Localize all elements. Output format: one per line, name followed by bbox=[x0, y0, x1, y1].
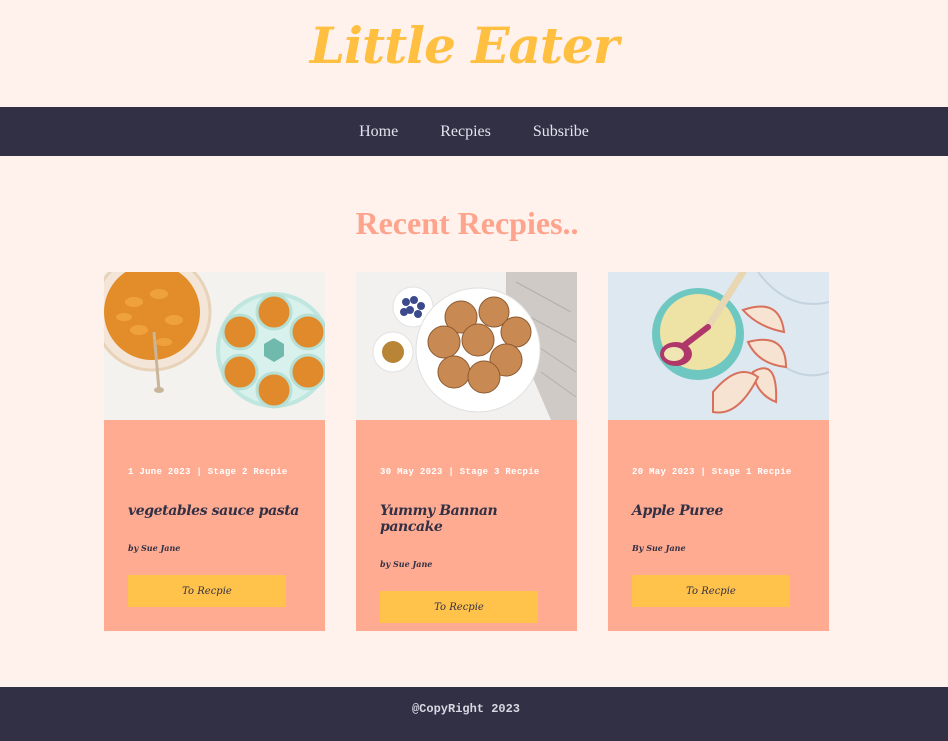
recipe-author: By Sue Jane bbox=[632, 543, 686, 553]
to-recipe-button[interactable]: To Recpie bbox=[380, 591, 538, 623]
recipe-title[interactable]: vegetables sauce pasta bbox=[128, 503, 301, 519]
recipe-meta: 20 May 2023 | Stage 1 Recpie bbox=[632, 467, 792, 477]
recipe-image-apple-puree[interactable] bbox=[608, 272, 829, 420]
nav-recipes-link[interactable]: Recpies bbox=[440, 123, 491, 141]
recipe-image-pancake[interactable] bbox=[356, 272, 577, 420]
recipe-card: 30 May 2023 | Stage 3 Recpie Yummy Banna… bbox=[356, 272, 577, 631]
recipe-card: 1 June 2023 | Stage 2 Recpie vegetables … bbox=[104, 272, 325, 631]
nav-home-link[interactable]: Home bbox=[359, 123, 398, 141]
recipe-card-body: 30 May 2023 | Stage 3 Recpie Yummy Banna… bbox=[356, 420, 577, 623]
site-footer: @CopyRight 2023 bbox=[0, 687, 948, 741]
recipe-card-body: 1 June 2023 | Stage 2 Recpie vegetables … bbox=[104, 420, 325, 607]
recipe-meta: 30 May 2023 | Stage 3 Recpie bbox=[380, 467, 540, 477]
recipe-author: by Sue Jane bbox=[380, 559, 433, 569]
recipe-title[interactable]: Apple Puree bbox=[632, 503, 805, 519]
site-logo[interactable]: Little Eater bbox=[310, 16, 619, 75]
recipe-meta: 1 June 2023 | Stage 2 Recpie bbox=[128, 467, 288, 477]
nav-subscribe-link[interactable]: Subsribe bbox=[533, 123, 589, 141]
section-title: Recent Recpies.. bbox=[355, 205, 579, 241]
recipe-image-pasta[interactable] bbox=[104, 272, 325, 420]
recipe-author: by Sue Jane bbox=[128, 543, 181, 553]
main-nav: Home Recpies Subsribe bbox=[0, 107, 948, 156]
recipe-card: 20 May 2023 | Stage 1 Recpie Apple Puree… bbox=[608, 272, 829, 631]
copyright-text: @CopyRight 2023 bbox=[411, 702, 521, 716]
to-recipe-button[interactable]: To Recpie bbox=[632, 575, 790, 607]
site-header: Little Eater bbox=[0, 0, 948, 107]
recipe-cards: 1 June 2023 | Stage 2 Recpie vegetables … bbox=[104, 272, 829, 631]
recipe-card-body: 20 May 2023 | Stage 1 Recpie Apple Puree… bbox=[608, 420, 829, 607]
recipe-title[interactable]: Yummy Bannan pancake bbox=[380, 503, 553, 535]
to-recipe-button[interactable]: To Recpie bbox=[128, 575, 286, 607]
